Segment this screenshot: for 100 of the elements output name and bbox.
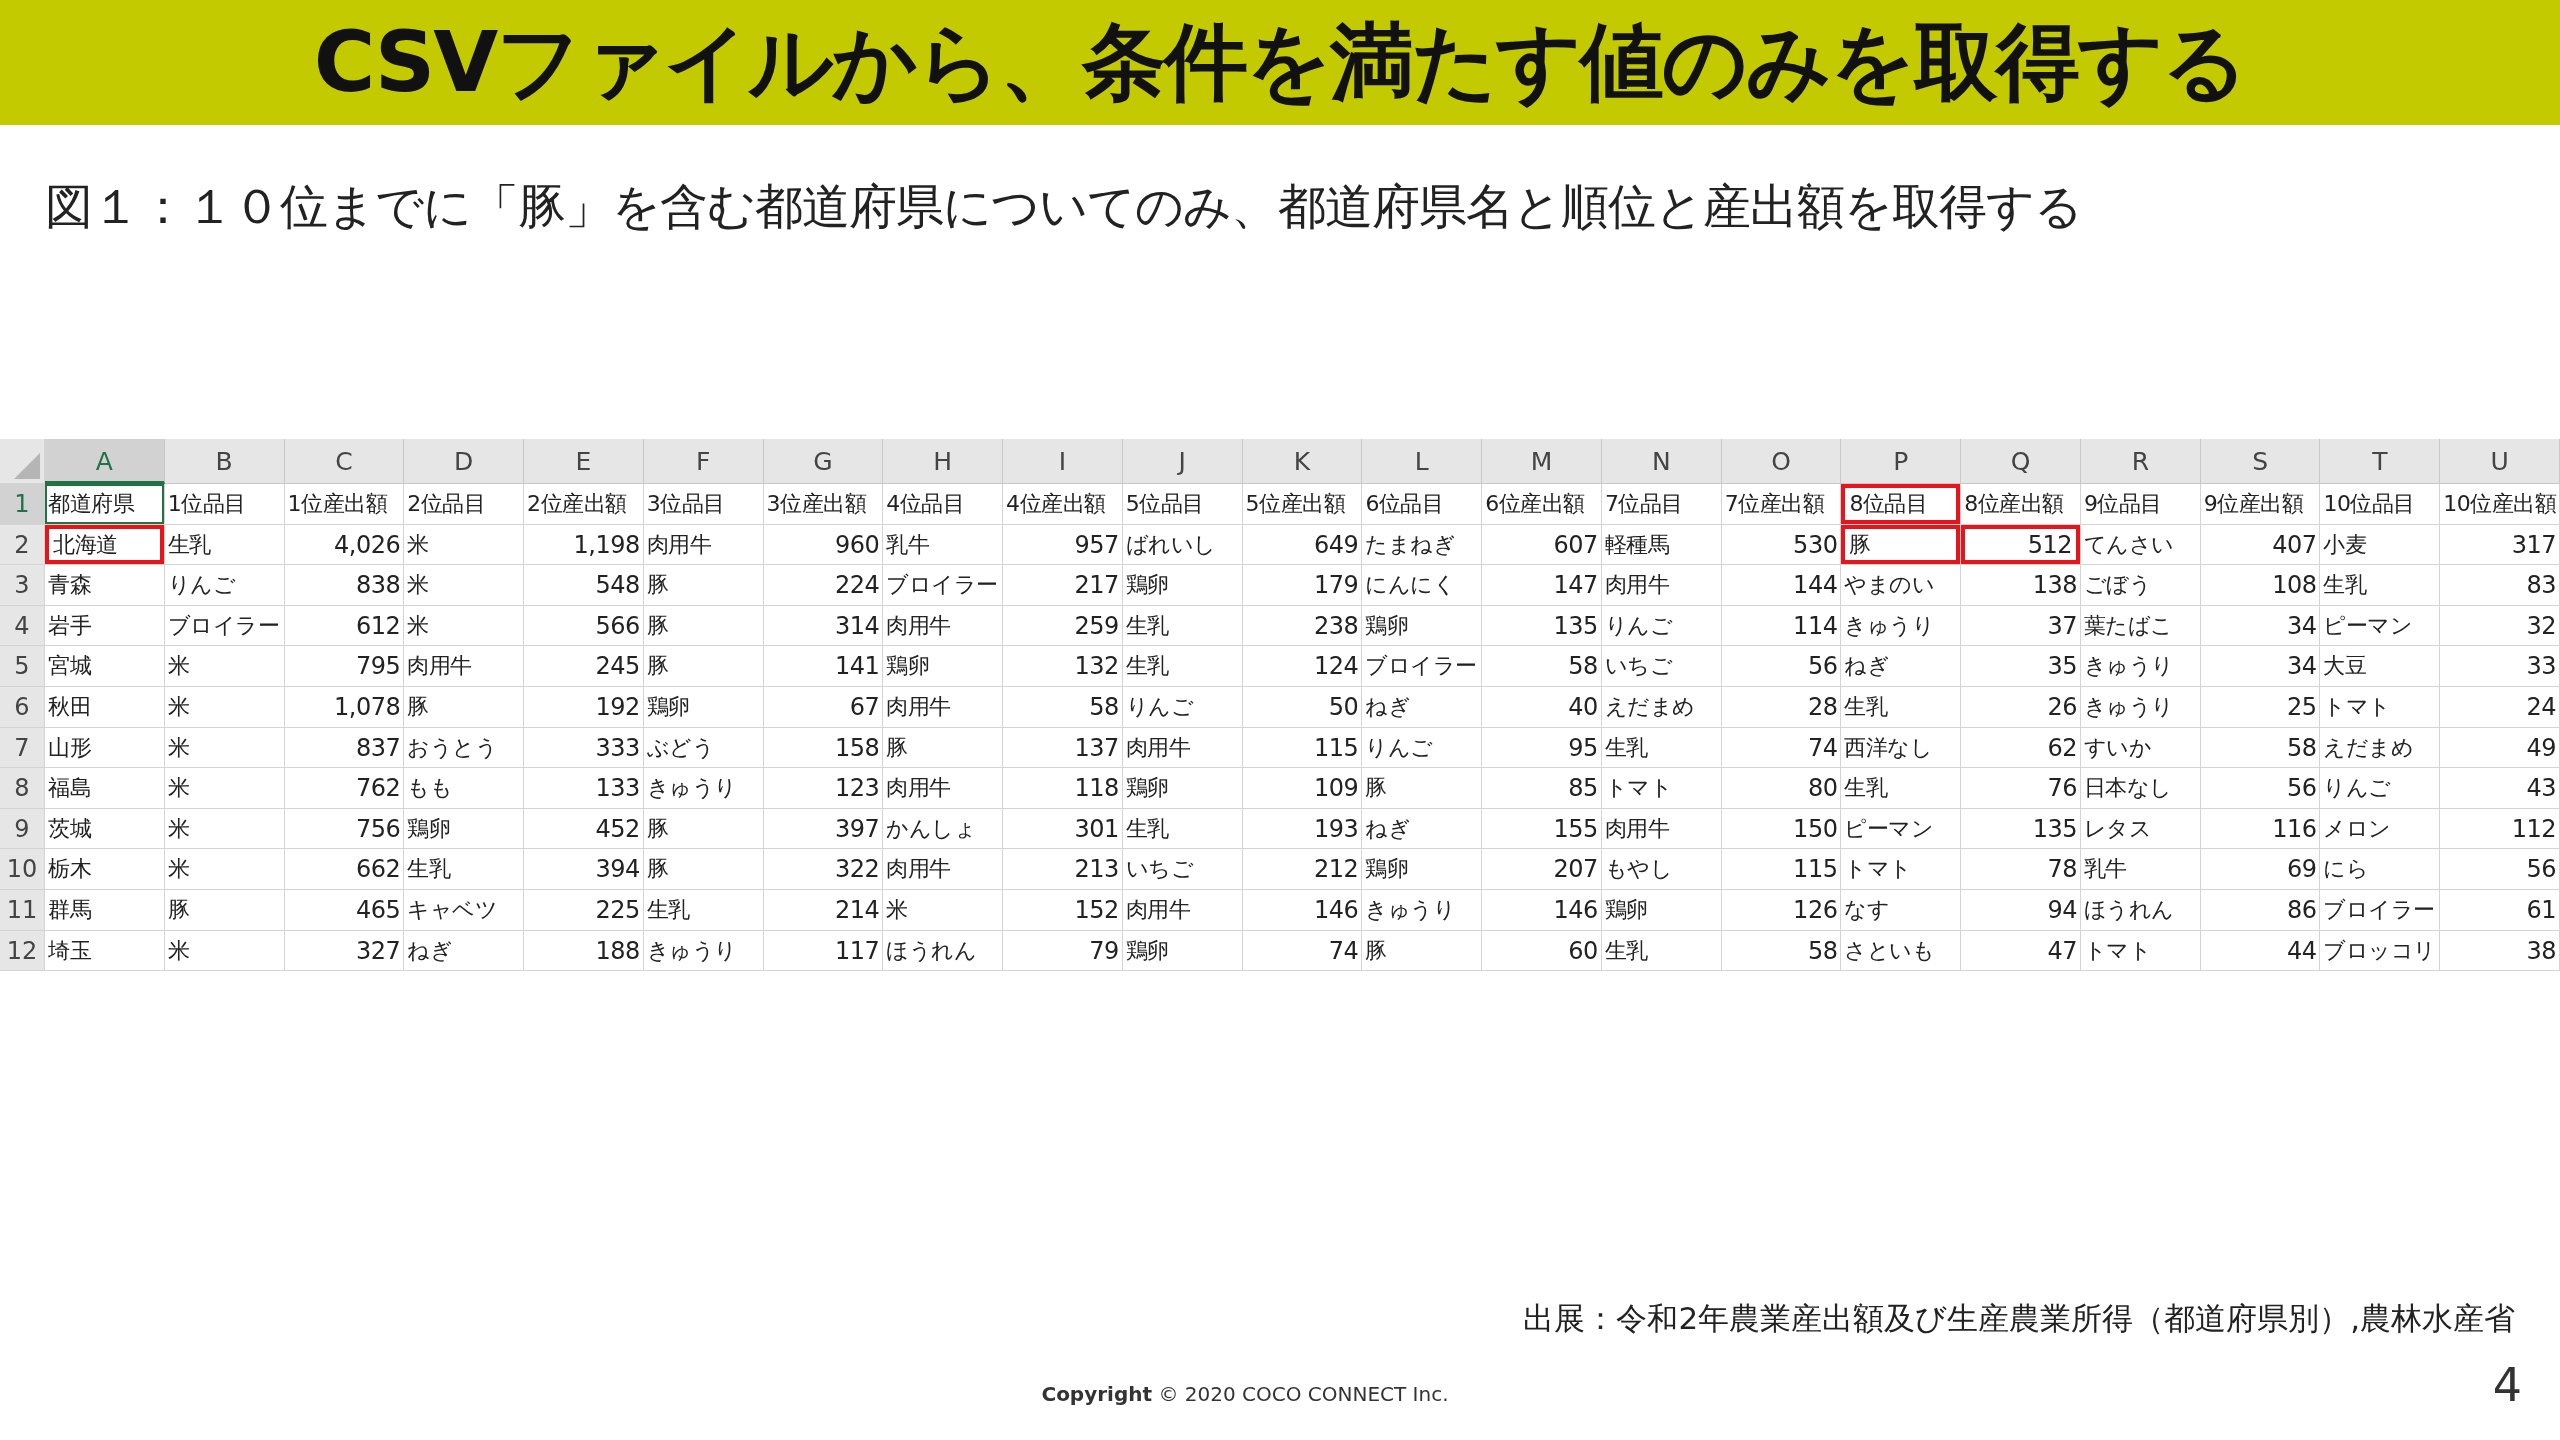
table-cell: 米 (164, 849, 285, 890)
header-cell: 都道府県 (45, 484, 165, 525)
header-cell: 2位品目 (404, 484, 525, 525)
table-cell: 152 (1003, 889, 1123, 931)
table-cell: 86 (2200, 889, 2321, 931)
slide-title: CSVファイルから、条件を満たす値のみを取得する (313, 11, 2247, 113)
column-header[interactable]: U (2440, 439, 2560, 484)
header-cell: 6位産出額 (1482, 484, 1602, 525)
column-header[interactable]: L (1362, 439, 1483, 484)
header-cell: 7位品目 (1601, 484, 1722, 525)
column-header[interactable]: S (2200, 439, 2321, 484)
table-cell: 322 (763, 849, 884, 890)
header-cell: 9位品目 (2080, 484, 2201, 525)
column-header[interactable]: T (2320, 439, 2441, 484)
table-cell: トマト (2080, 930, 2201, 972)
row-header[interactable]: 12 (0, 930, 45, 972)
table-cell: 452 (524, 808, 644, 850)
row-header[interactable]: 6 (0, 686, 45, 728)
table-cell: 32 (2440, 605, 2560, 647)
table-cell: 124 (1242, 646, 1363, 687)
row-header[interactable]: 1 (0, 484, 45, 525)
row-header[interactable]: 4 (0, 605, 45, 647)
table-cell: 生乳 (404, 849, 525, 890)
table-cell: 960 (763, 524, 884, 566)
row-header[interactable]: 8 (0, 768, 45, 809)
table-cell: 133 (524, 768, 644, 809)
table-cell: いちご (1601, 646, 1722, 687)
table-cell: 豚 (164, 889, 285, 931)
table-cell: 豚 (1362, 930, 1483, 972)
table-cell: 鶏卵 (404, 808, 525, 850)
table-cell: 肉用牛 (643, 524, 764, 566)
table-cell: 乳牛 (883, 524, 1004, 566)
table-cell: ブロイラー (2320, 889, 2441, 931)
column-header[interactable]: R (2080, 439, 2201, 484)
table-cell: ぶどう (643, 727, 764, 769)
table-cell: 生乳 (1122, 646, 1243, 687)
table-cell: 34 (2200, 605, 2321, 647)
table-cell: 135 (1482, 605, 1602, 647)
table-cell: 141 (763, 646, 884, 687)
table-cell: 58 (1721, 930, 1842, 972)
table-cell: 米 (164, 808, 285, 850)
table-cell: かんしょ (883, 808, 1004, 850)
column-header[interactable]: J (1122, 439, 1243, 484)
column-header[interactable]: G (763, 439, 884, 484)
table-cell: 58 (1482, 646, 1602, 687)
header-cell: 1位品目 (164, 484, 285, 525)
row-header[interactable]: 2 (0, 524, 45, 566)
column-header[interactable]: B (164, 439, 285, 484)
table-cell: 米 (164, 727, 285, 769)
table-cell: 豚 (643, 565, 764, 606)
table-cell: 397 (763, 808, 884, 850)
table-cell: 50 (1242, 686, 1363, 728)
table-cell: 115 (1721, 849, 1842, 890)
column-header[interactable]: M (1482, 439, 1602, 484)
table-cell: 69 (2200, 849, 2321, 890)
row-header[interactable]: 10 (0, 849, 45, 890)
row-header[interactable]: 9 (0, 808, 45, 850)
column-header[interactable]: D (404, 439, 525, 484)
row-header[interactable]: 5 (0, 646, 45, 687)
header-cell: 5位産出額 (1242, 484, 1363, 525)
table-cell: 327 (284, 930, 405, 972)
table-cell: ねぎ (1841, 646, 1962, 687)
header-cell: 3位産出額 (763, 484, 884, 525)
column-header[interactable]: C (284, 439, 405, 484)
table-cell: 146 (1482, 889, 1602, 931)
table-cell: 4,026 (284, 524, 405, 566)
table-cell: 123 (763, 768, 884, 809)
table-cell: 179 (1242, 565, 1363, 606)
column-header[interactable]: F (643, 439, 764, 484)
table-cell: 生乳 (164, 524, 285, 566)
table-cell: きゅうり (2080, 646, 2201, 687)
column-header[interactable]: Q (1961, 439, 2081, 484)
table-cell: 158 (763, 727, 884, 769)
column-header[interactable]: A (45, 439, 165, 484)
column-header[interactable]: K (1242, 439, 1363, 484)
table-cell: 224 (763, 565, 884, 606)
column-header[interactable]: E (524, 439, 644, 484)
table-cell: にんにく (1362, 565, 1483, 606)
row-header[interactable]: 7 (0, 727, 45, 769)
table-cell: 207 (1482, 849, 1602, 890)
column-header[interactable]: O (1721, 439, 1842, 484)
table-cell: 530 (1721, 524, 1842, 566)
table-cell: トマト (1601, 768, 1722, 809)
column-header[interactable]: N (1601, 439, 1722, 484)
table-cell: 鶏卵 (1601, 889, 1722, 931)
table-cell: 米 (404, 605, 525, 647)
table-cell: ごぼう (2080, 565, 2201, 606)
table-cell: 生乳 (1841, 686, 1962, 728)
row-header[interactable]: 11 (0, 889, 45, 931)
column-header[interactable]: H (883, 439, 1004, 484)
column-header[interactable]: I (1003, 439, 1123, 484)
table-cell: 607 (1482, 524, 1602, 566)
table-cell: 193 (1242, 808, 1363, 850)
table-cell: 軽種馬 (1601, 524, 1722, 566)
table-cell: 109 (1242, 768, 1363, 809)
row-header[interactable]: 3 (0, 565, 45, 606)
table-cell: 生乳 (1841, 768, 1962, 809)
column-header[interactable]: P (1841, 439, 1962, 484)
table-cell: 米 (164, 646, 285, 687)
table-cell: 188 (524, 930, 644, 972)
